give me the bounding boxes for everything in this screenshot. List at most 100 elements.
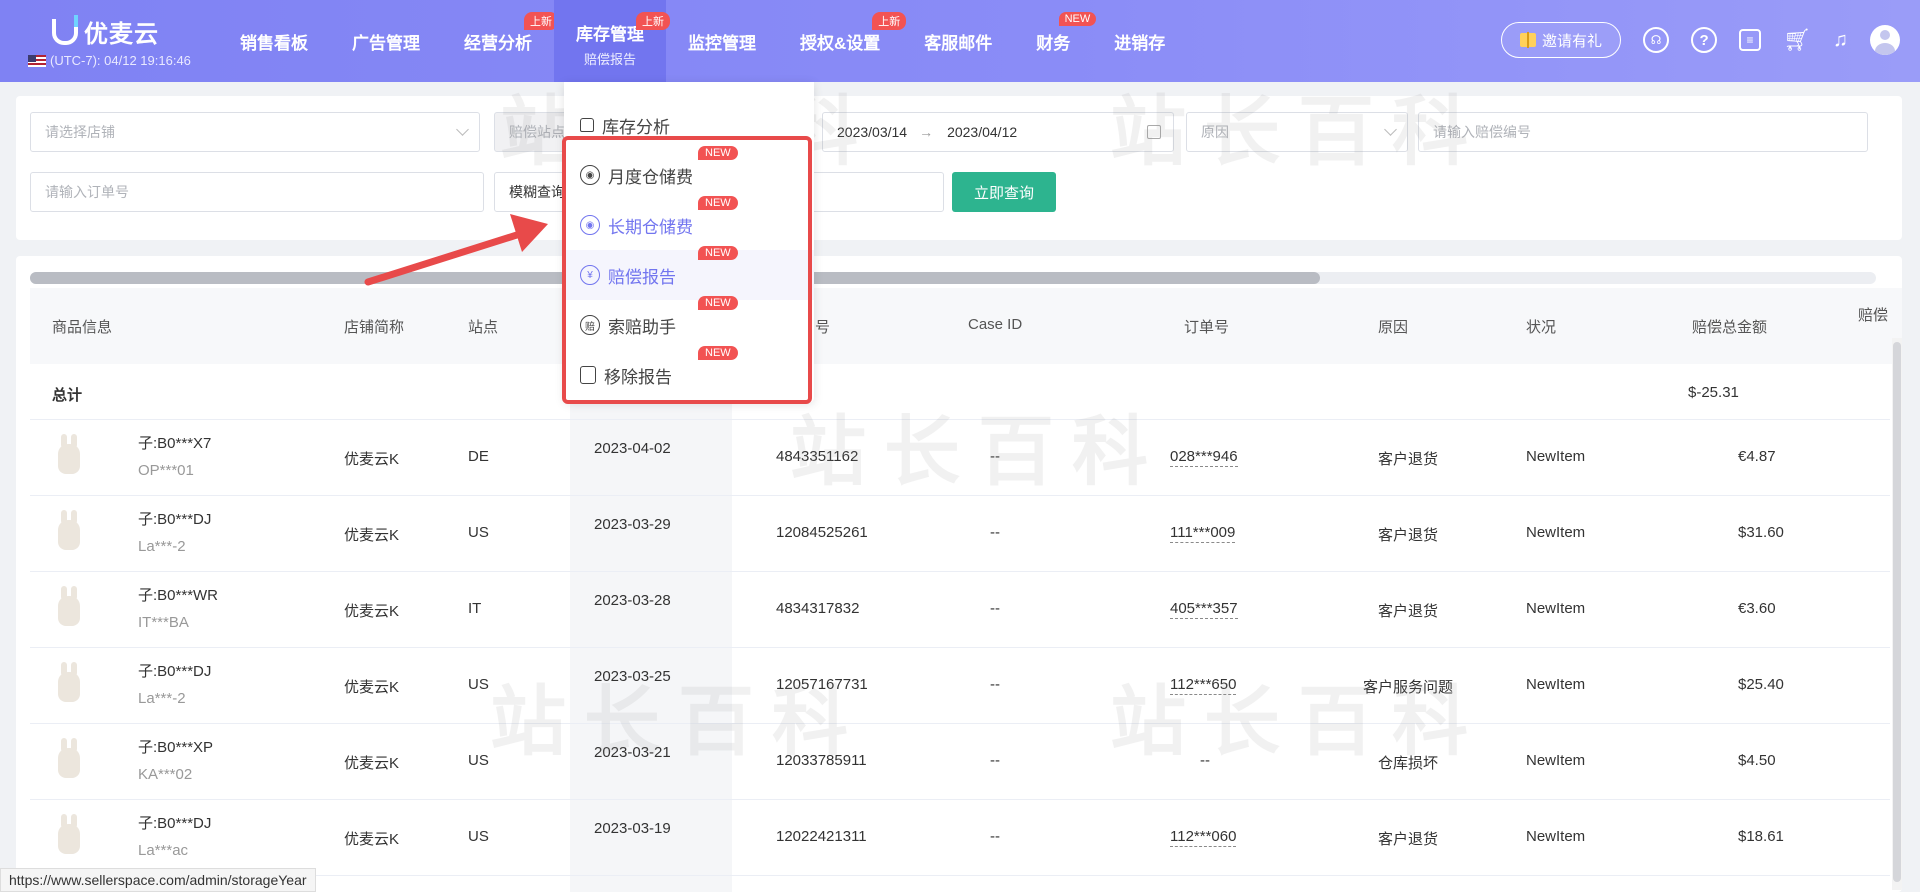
plush-rabbit-icon [58, 510, 80, 550]
nav-label: 客服邮件 [924, 33, 993, 53]
th-reason: 原因 [1378, 319, 1409, 336]
new-badge: 上新 [636, 12, 670, 30]
product-thumbnail[interactable] [48, 586, 88, 632]
compensation-table: 商品信息 店铺简称 站点 编号 Case ID 订单号 原因 状况 赔偿总金额 … [16, 256, 1902, 892]
product-thumbnail[interactable] [48, 662, 88, 708]
cell-status: NewItem [1526, 676, 1586, 693]
gift-icon [1520, 32, 1537, 48]
plush-rabbit-icon [58, 738, 80, 778]
plush-rabbit-icon [58, 586, 80, 626]
cell-status: NewItem [1526, 752, 1586, 769]
total-amount: $-25.31 [1688, 384, 1739, 401]
cell-reason: 客户退货 [1377, 831, 1439, 848]
messages-icon[interactable]: ≡ [1739, 29, 1762, 51]
brand-name: 优麦云 [84, 21, 159, 48]
store-select[interactable]: 请选择店铺 [30, 112, 480, 152]
cell-date: 2023-03-29 [594, 516, 671, 533]
cell-reason: 客户退货 [1377, 451, 1439, 468]
nav-label: 库存管理 [576, 25, 644, 44]
timezone-text: (UTC-7): 04/12 19:16:46 [50, 53, 191, 68]
cell-id: 12022421311 [776, 828, 867, 845]
timezone-clock: (UTC-7): 04/12 19:16:46 [28, 53, 191, 68]
cell-reason: 客户退货 [1377, 527, 1439, 544]
table-row: 子:B0***DJ La***-2 优麦云K US 2023-03-25 12057167… [30, 648, 1890, 724]
cell-case: -- [990, 600, 1000, 617]
product-asin: 子:B0***DJ [138, 663, 212, 680]
cell-status: NewItem [1526, 600, 1586, 617]
cell-site: DE [468, 448, 489, 465]
cell-case: -- [990, 676, 1000, 693]
cell-order[interactable]: 028***946 [1170, 448, 1238, 467]
th-status: 状况 [1526, 319, 1557, 336]
th-site: 站点 [468, 319, 499, 336]
cell-status: NewItem [1526, 828, 1586, 845]
product-asin: 子:B0***XP [138, 739, 214, 756]
cell-order[interactable]: 112***060 [1170, 828, 1237, 847]
cell-site: US [468, 676, 489, 693]
product-sku: La***-2 [138, 690, 186, 707]
brand[interactable]: 优麦云 [52, 14, 159, 49]
bell-icon[interactable]: ♫ [1833, 29, 1848, 51]
cell-amount: $25.40 [1738, 676, 1784, 693]
table-header: 商品信息 店铺简称 站点 编号 Case ID 订单号 原因 状况 赔偿总金额 … [30, 288, 1902, 364]
cell-amount: $4.50 [1738, 752, 1776, 769]
table-row: 子:B0***DJ La***-2 优麦云K US 2023-03-29 12084525… [30, 496, 1890, 572]
product-sku: IT***BA [138, 614, 189, 631]
th-product: 商品信息 [52, 319, 113, 336]
watermark: 站长百科 [1110, 90, 1486, 175]
query-button[interactable]: 立即查询 [952, 172, 1056, 212]
th-store: 店铺简称 [344, 319, 405, 336]
home-icon [580, 118, 594, 132]
cell-amount: $18.61 [1738, 828, 1784, 845]
cell-case: -- [990, 752, 1000, 769]
nav-item-ads[interactable]: 广告管理 [330, 0, 442, 82]
cell-date: 2023-03-28 [594, 592, 671, 609]
nav-item-finance[interactable]: 财务 NEW [1014, 0, 1097, 82]
product-sku: OP***01 [138, 462, 194, 479]
status-url: https://www.sellerspace.com/admin/storag… [9, 872, 307, 888]
nav-label: 广告管理 [352, 33, 420, 53]
arrow-right-icon: → [919, 124, 934, 140]
th-order: 订单号 [1184, 319, 1230, 336]
th-amount: 赔偿总金额 [1692, 319, 1768, 336]
menu-label: 库存分析 [602, 117, 670, 137]
nav-sub-label: 赔偿报告 [583, 52, 636, 67]
table-row: 子:B0***XP KA***02 优麦云K US 2023-03-21 12033785… [30, 724, 1890, 800]
cell-store: 优麦云K [344, 755, 400, 772]
browser-status-bar: https://www.sellerspace.com/admin/storag… [0, 868, 316, 892]
product-thumbnail[interactable] [48, 814, 88, 860]
support-agent-icon[interactable]: ☊ [1643, 27, 1670, 53]
cell-order[interactable]: 405***357 [1170, 600, 1238, 619]
cell-case: -- [990, 524, 1000, 541]
horizontal-scrollbar[interactable] [30, 272, 1876, 284]
nav-item-service-mail[interactable]: 客服邮件 [902, 0, 1014, 82]
vertical-scrollbar[interactable] [1892, 338, 1902, 890]
cell-status: NewItem [1526, 524, 1586, 541]
product-sku: La***-2 [138, 538, 186, 555]
cell-date: 2023-03-19 [594, 820, 671, 837]
table-row: 子:B0***DJ La***ac 优麦云K US 2023-03-19 12022421… [30, 800, 1890, 876]
cell-site: US [468, 524, 489, 541]
fuzzy-label: 模糊查询 [509, 184, 565, 200]
product-thumbnail[interactable] [48, 738, 88, 784]
order-number-input[interactable]: 请输入订单号 [30, 172, 484, 212]
product-thumbnail[interactable] [48, 434, 88, 480]
product-asin: 子:B0***DJ [138, 815, 212, 832]
cell-site: US [468, 752, 489, 769]
product-thumbnail[interactable] [48, 510, 88, 556]
nav-item-sales-dashboard[interactable]: 销售看板 [218, 0, 330, 82]
cell-id: 12084525261 [776, 524, 868, 541]
cell-store: 优麦云K [344, 679, 400, 696]
invite-button[interactable]: 邀请有礼 [1501, 22, 1622, 58]
scrollbar-thumb[interactable] [1893, 342, 1901, 882]
cell-date: 2023-04-02 [594, 440, 671, 457]
cell-case: -- [990, 828, 1000, 845]
help-icon[interactable]: ? [1691, 27, 1718, 53]
avatar[interactable] [1870, 25, 1900, 55]
nav-label: 监控管理 [688, 33, 756, 53]
cell-order[interactable]: 111***009 [1170, 524, 1236, 543]
nav-label: 经营分析 [464, 33, 532, 53]
us-flag-icon [28, 54, 46, 67]
cart-icon[interactable]: 🛒︎ [1783, 29, 1811, 51]
cell-store: 优麦云K [344, 527, 400, 544]
